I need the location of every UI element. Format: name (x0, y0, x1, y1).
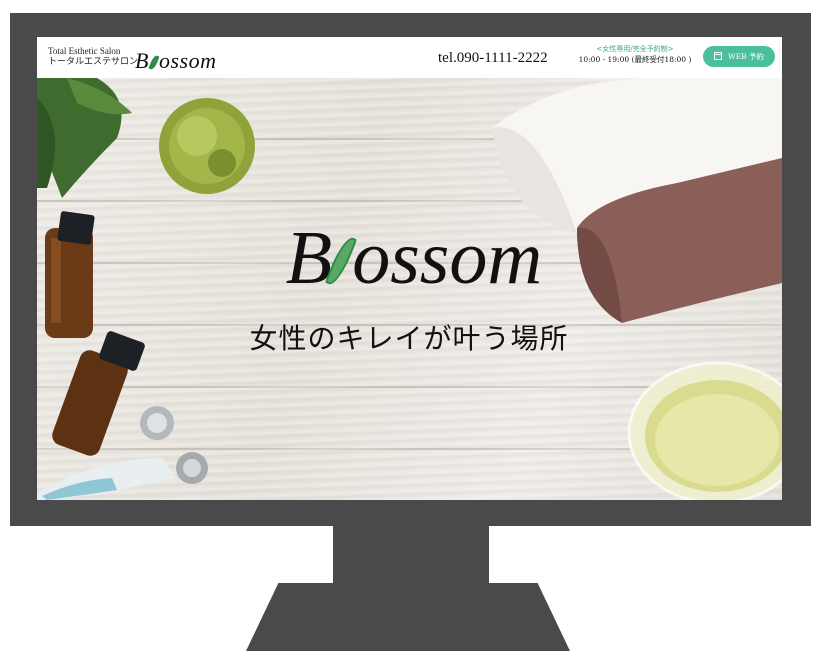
oil-bottle-bottom (52, 331, 145, 456)
brand-jp: トータルエステサロン (48, 56, 139, 66)
web-booking-button[interactable]: WEB 予約 (703, 46, 775, 67)
succulent (159, 98, 255, 194)
hero: Bossom 女性のキレイが叶う場所 (37, 78, 782, 500)
brand-logo: Bossom (135, 48, 216, 74)
hero-logo: Bossom (234, 218, 594, 298)
monitor-stand-base (246, 583, 570, 651)
phone-number[interactable]: tel.090-1111-2222 (438, 50, 548, 67)
calendar-icon (713, 52, 722, 60)
hero-title-suffix: ossom (352, 216, 543, 300)
screen: Total Esthetic Salon トータルエステサロン Bossom t… (37, 37, 782, 500)
oil-bottle-top (45, 211, 95, 338)
monitor-stand-neck (333, 524, 489, 584)
logo-prefix: B (135, 48, 149, 73)
plant-leaves (37, 78, 132, 198)
brand[interactable]: Total Esthetic Salon トータルエステサロン Bossom (48, 46, 216, 73)
hours-time: 10:00 - 19:00 (最終受付18:00 ) (578, 55, 692, 64)
oil-bowl (627, 361, 782, 500)
leaf-icon (148, 54, 160, 71)
hero-title-prefix: B (285, 216, 333, 300)
hours-note: <女性専用/完全予約制> (596, 45, 674, 53)
logo-suffix: ossom (158, 48, 217, 73)
business-hours: <女性専用/完全予約制> 10:00 - 19:00 (最終受付18:00 ) (577, 45, 693, 65)
hero-tagline: 女性のキレイが叶う場所 (249, 322, 569, 355)
site-header: Total Esthetic Salon トータルエステサロン Bossom t… (37, 37, 782, 78)
brand-en: Total Esthetic Salon (48, 46, 121, 56)
web-booking-label: WEB 予約 (727, 52, 765, 61)
